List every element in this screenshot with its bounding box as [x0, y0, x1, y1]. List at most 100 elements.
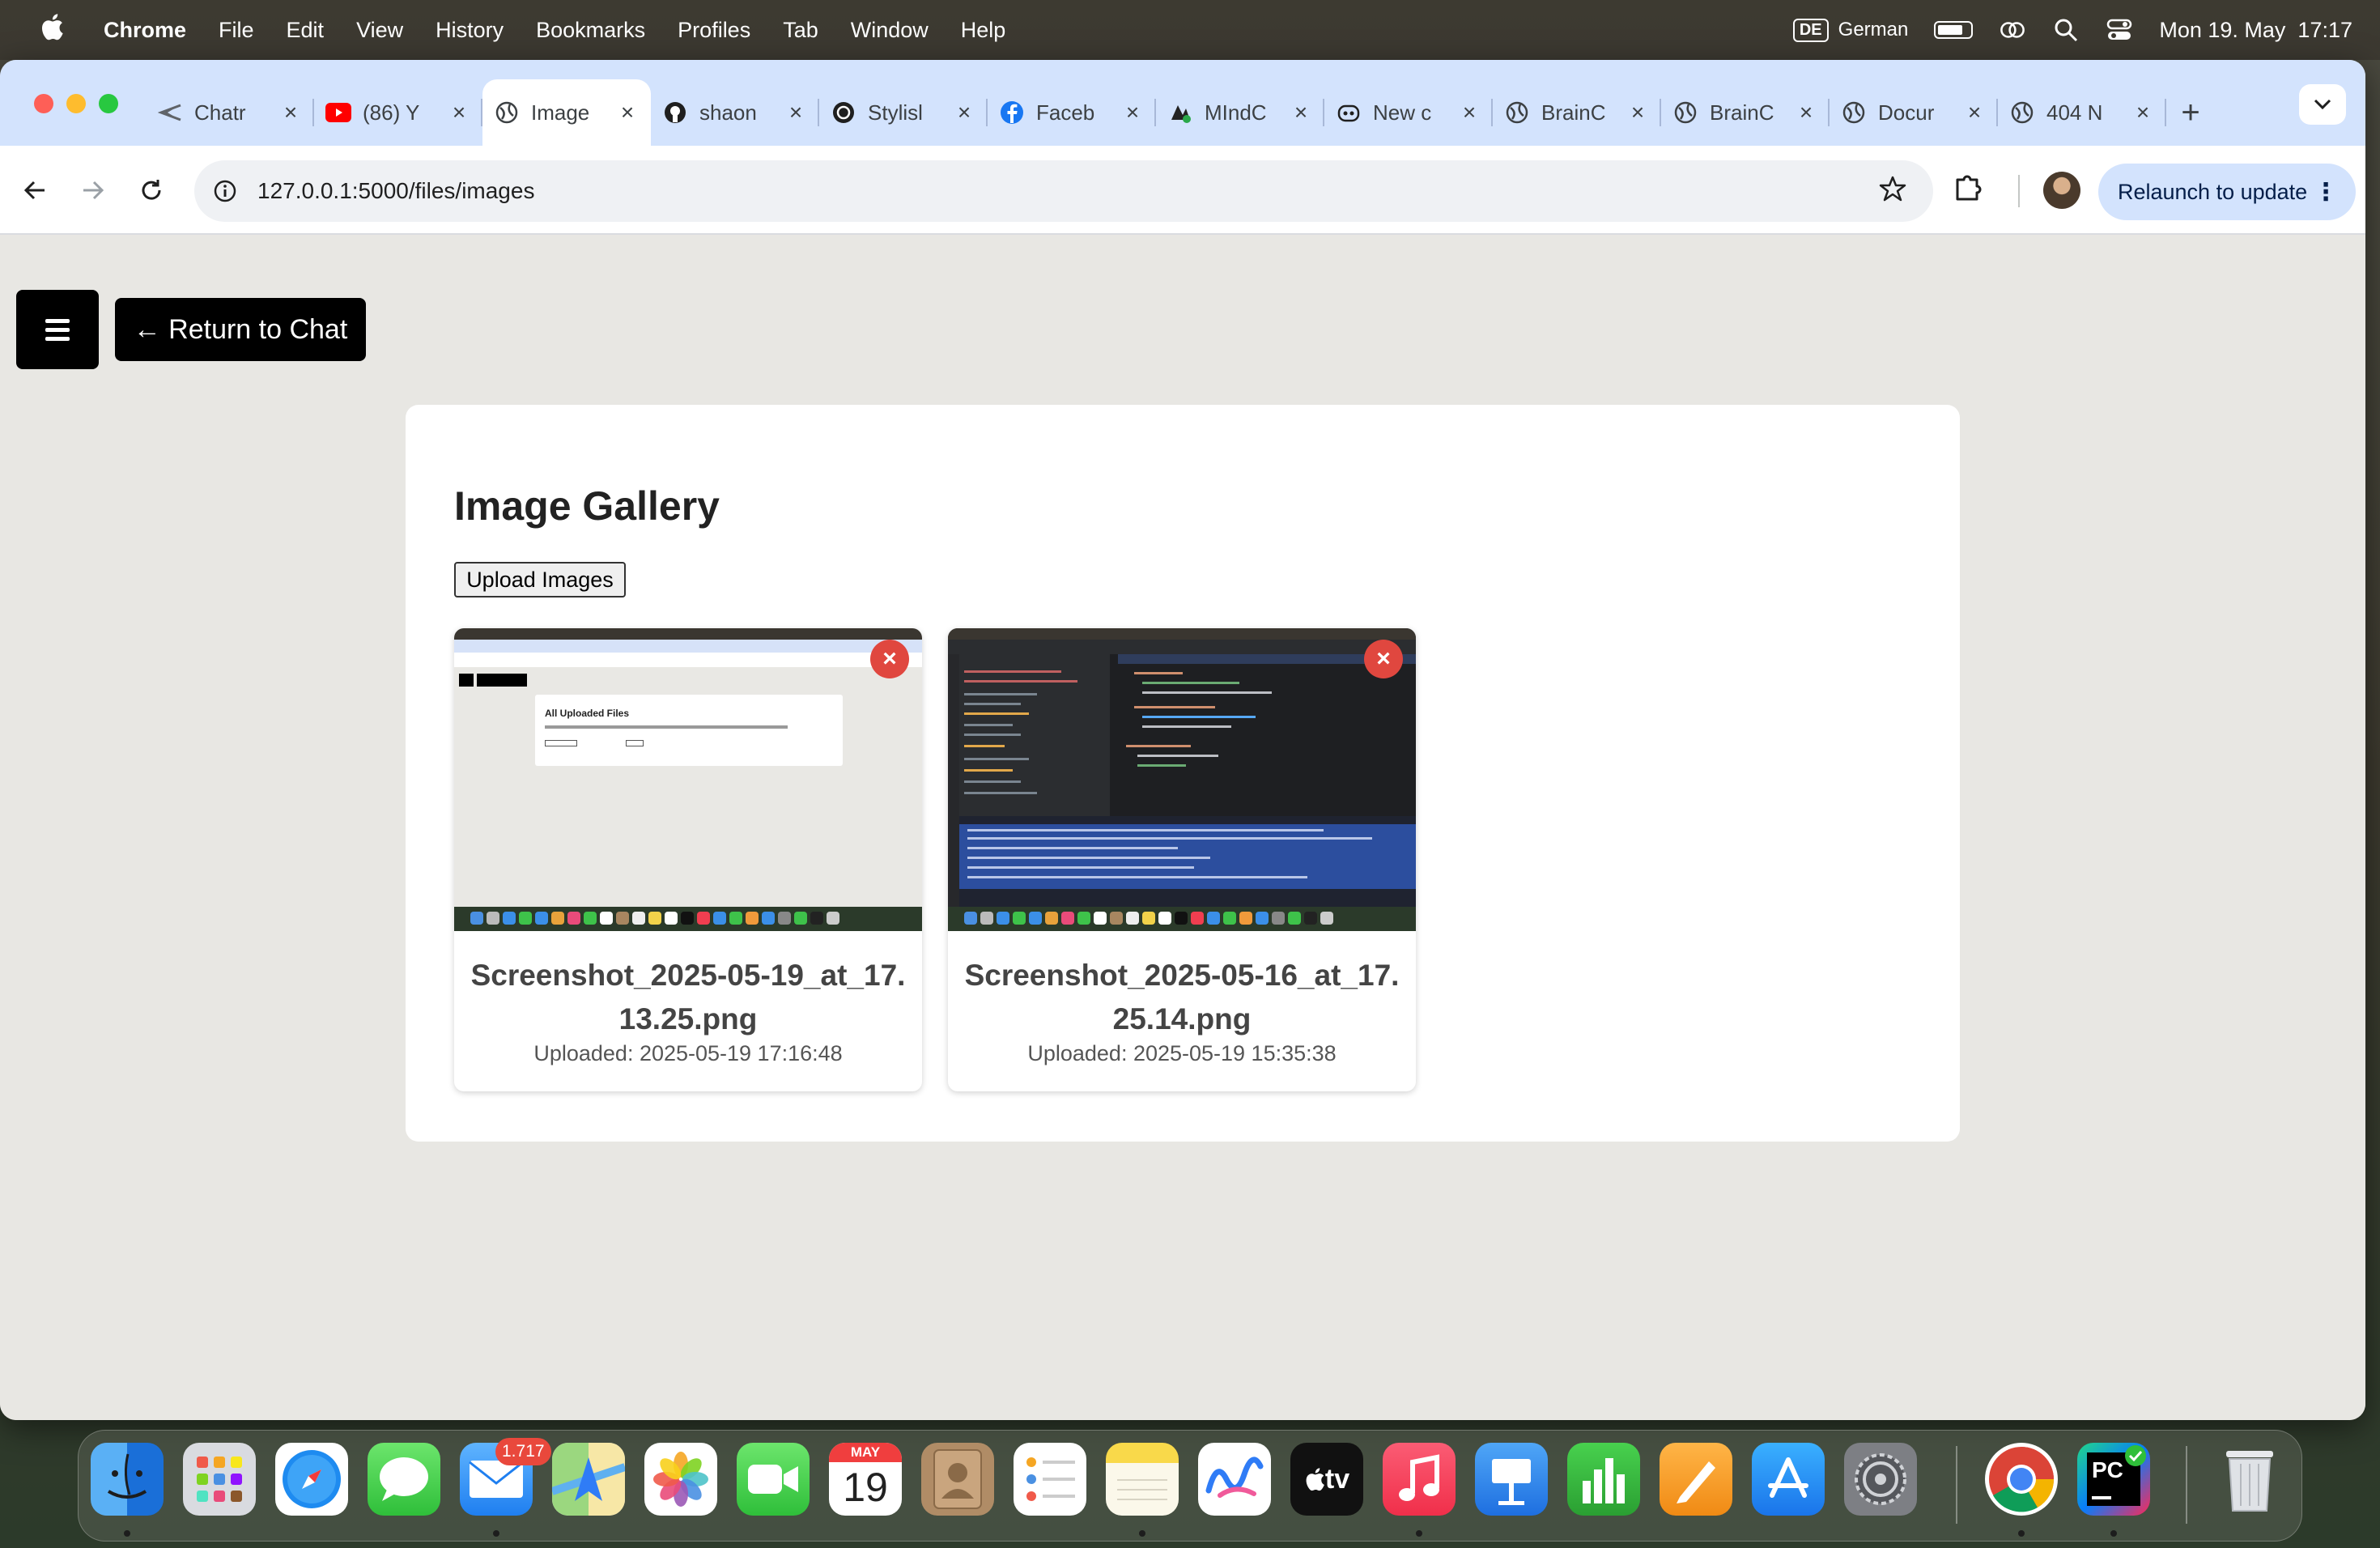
menubar-clock[interactable]: Mon 19. May 17:17	[2159, 18, 2352, 43]
dock-divider	[2186, 1446, 2187, 1524]
menu-file[interactable]: File	[219, 18, 254, 43]
safari-icon[interactable]	[275, 1443, 348, 1516]
pages-icon[interactable]	[1660, 1443, 1732, 1516]
tab-brainc-2[interactable]: BrainC ×	[1661, 79, 1830, 146]
return-to-chat-button[interactable]: ← Return to Chat	[115, 298, 366, 361]
apple-menu-icon[interactable]	[28, 13, 76, 48]
tab-title: (86) Y	[363, 100, 420, 125]
menu-chrome[interactable]: Chrome	[104, 18, 186, 43]
menu-toggle-button[interactable]	[16, 290, 99, 369]
keynote-icon[interactable]	[1475, 1443, 1548, 1516]
menu-edit[interactable]: Edit	[287, 18, 325, 43]
music-icon[interactable]	[1383, 1443, 1456, 1516]
tab-list: Chatr × (86) Y × Image × shaon × Stylisl	[146, 79, 2215, 146]
tab-image-gallery[interactable]: Image ×	[482, 79, 651, 146]
messages-icon[interactable]	[368, 1443, 440, 1516]
upload-images-button[interactable]: Upload Images	[454, 562, 626, 598]
relaunch-update-button[interactable]: Relaunch to update ⋮	[2098, 164, 2356, 220]
globe-icon	[1841, 100, 1867, 125]
menu-help[interactable]: Help	[961, 18, 1006, 43]
image-thumbnail[interactable]: All Uploaded Files ×	[454, 628, 922, 931]
tab-facebook[interactable]: Faceb ×	[988, 79, 1156, 146]
close-tab-icon[interactable]: ×	[278, 100, 303, 125]
pycharm-icon[interactable]: PC	[2077, 1443, 2150, 1516]
menu-profiles[interactable]: Profiles	[678, 18, 750, 43]
address-bar[interactable]: 127.0.0.1:5000/files/images	[194, 160, 1933, 222]
image-upload-date: Uploaded: 2025-05-19 17:16:48	[533, 1041, 843, 1065]
extensions-icon[interactable]	[1951, 168, 1993, 211]
menu-bookmarks[interactable]: Bookmarks	[536, 18, 645, 43]
fullscreen-window-button[interactable]	[99, 94, 118, 113]
site-info-icon[interactable]	[209, 175, 241, 207]
finder-icon[interactable]	[91, 1443, 164, 1516]
close-tab-icon[interactable]: ×	[952, 100, 976, 125]
tab-brainc-1[interactable]: BrainC ×	[1493, 79, 1661, 146]
close-tab-icon[interactable]: ×	[447, 100, 471, 125]
tab-youtube[interactable]: (86) Y ×	[314, 79, 482, 146]
calendar-icon[interactable]: MAY 19	[829, 1443, 902, 1516]
new-tab-button[interactable]: +	[2166, 79, 2215, 146]
close-tab-icon[interactable]: ×	[2131, 100, 2155, 125]
tab-docur[interactable]: Docur ×	[1830, 79, 1998, 146]
tab-title: New c	[1373, 100, 1432, 125]
page-content: ← Return to Chat Image Gallery Upload Im…	[0, 235, 2365, 1420]
close-tab-icon[interactable]: ×	[1962, 100, 1987, 125]
app-store-icon[interactable]	[1752, 1443, 1825, 1516]
tab-chatr[interactable]: Chatr ×	[146, 79, 314, 146]
contacts-icon[interactable]	[921, 1443, 994, 1516]
trash-icon[interactable]	[2213, 1443, 2286, 1516]
search-icon[interactable]	[2052, 16, 2080, 44]
battery-icon[interactable]	[1934, 21, 1974, 39]
reminders-icon[interactable]	[1014, 1443, 1086, 1516]
menu-history[interactable]: History	[436, 18, 504, 43]
photos-icon[interactable]	[644, 1443, 717, 1516]
close-tab-icon[interactable]: ×	[1120, 100, 1145, 125]
screen-mirroring-icon[interactable]	[1999, 16, 2026, 44]
image-thumbnail[interactable]: ×	[948, 628, 1416, 931]
keyboard-badge: DE	[1792, 18, 1829, 42]
tab-search-button[interactable]	[2299, 84, 2346, 125]
chrome-icon[interactable]	[1985, 1443, 2058, 1516]
browser-toolbar: 127.0.0.1:5000/files/images Relaunch to …	[0, 146, 2365, 235]
freeform-icon[interactable]	[1198, 1443, 1271, 1516]
bookmark-star-icon[interactable]	[1878, 175, 1910, 207]
tab-title: BrainC	[1710, 100, 1774, 125]
delete-image-button[interactable]: ×	[870, 640, 909, 678]
tab-mindc[interactable]: MIndC ×	[1156, 79, 1324, 146]
menu-view[interactable]: View	[356, 18, 403, 43]
apple-tv-label: tv	[1324, 1463, 1350, 1495]
tab-github[interactable]: shaon ×	[651, 79, 819, 146]
delete-image-button[interactable]: ×	[1364, 640, 1403, 678]
profile-avatar[interactable]	[2043, 172, 2080, 209]
system-settings-icon[interactable]	[1844, 1443, 1917, 1516]
close-window-button[interactable]	[34, 94, 53, 113]
close-tab-icon[interactable]: ×	[784, 100, 808, 125]
apple-tv-icon[interactable]: tv	[1290, 1443, 1363, 1516]
close-tab-icon[interactable]: ×	[615, 100, 640, 125]
maps-icon[interactable]	[552, 1443, 625, 1516]
reload-button[interactable]	[131, 170, 172, 211]
close-tab-icon[interactable]: ×	[1289, 100, 1313, 125]
minimize-window-button[interactable]	[66, 94, 86, 113]
close-tab-icon[interactable]: ×	[1457, 100, 1481, 125]
more-options-icon[interactable]: ⋮	[2314, 178, 2338, 206]
menu-window[interactable]: Window	[851, 18, 929, 43]
back-button[interactable]	[15, 170, 55, 211]
tab-stylish[interactable]: Stylisl ×	[819, 79, 988, 146]
close-tab-icon[interactable]: ×	[1794, 100, 1818, 125]
close-tab-icon[interactable]: ×	[1626, 100, 1650, 125]
image-upload-date: Uploaded: 2025-05-19 15:35:38	[1027, 1041, 1337, 1065]
menu-tab[interactable]: Tab	[783, 18, 818, 43]
control-center-icon[interactable]	[2106, 16, 2133, 44]
input-source-menu[interactable]: DE German	[1792, 18, 1908, 42]
facetime-icon[interactable]	[737, 1443, 810, 1516]
numbers-icon[interactable]	[1567, 1443, 1640, 1516]
tab-404[interactable]: 404 N ×	[1998, 79, 2166, 146]
launchpad-icon[interactable]	[183, 1443, 256, 1516]
gallery-panel: Image Gallery Upload Images All Uploaded…	[406, 405, 1960, 1142]
forward-button[interactable]	[73, 170, 113, 211]
tab-new-chat[interactable]: New c ×	[1324, 79, 1493, 146]
notes-icon[interactable]	[1106, 1443, 1179, 1516]
image-filename: Screenshot_2025-05-16_at_17.25.14.png	[964, 959, 1400, 1036]
url-text[interactable]: 127.0.0.1:5000/files/images	[257, 178, 534, 204]
